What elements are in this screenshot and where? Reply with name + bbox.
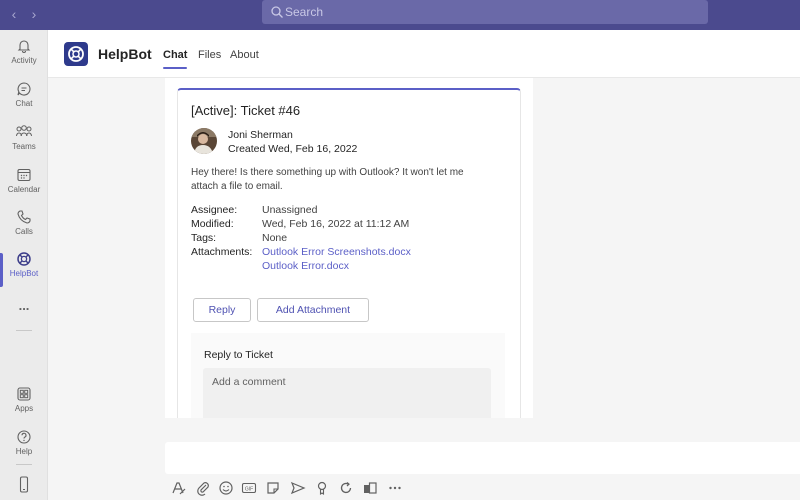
reply-to-ticket-section: Reply to Ticket Add a comment	[191, 333, 505, 418]
tags-label: Tags:	[191, 232, 217, 244]
rail-label: Apps	[14, 404, 34, 413]
reply-section-title: Reply to Ticket	[204, 349, 273, 361]
title-bar: ‹ › Search	[0, 0, 800, 30]
rail-label: Calls	[15, 227, 33, 236]
more-icon: ...	[18, 298, 30, 313]
phone-icon	[17, 210, 31, 224]
attach-icon[interactable]	[195, 480, 211, 496]
lifebuoy-icon	[68, 46, 84, 62]
modified-label: Modified:	[191, 218, 234, 230]
search-placeholder: Search	[285, 5, 324, 19]
assignee-label: Assignee:	[191, 204, 238, 216]
app-title: HelpBot	[98, 46, 152, 62]
user-photo	[191, 128, 217, 154]
rail-divider	[16, 464, 32, 465]
ticket-title: [Active]: Ticket #46	[191, 103, 301, 118]
svg-text:GIF: GIF	[245, 486, 253, 492]
rail-item-apps[interactable]: Apps	[0, 386, 48, 426]
modified-value: Wed, Feb 16, 2022 at 11:12 AM	[262, 218, 410, 230]
emoji-icon[interactable]	[218, 480, 234, 496]
help-icon	[17, 430, 31, 444]
rail-label: Calendar	[7, 185, 41, 194]
tab-about[interactable]: About	[230, 49, 259, 61]
format-icon[interactable]	[170, 480, 186, 496]
forward-arrow-icon[interactable]: ›	[26, 6, 42, 22]
rail-divider	[16, 330, 32, 331]
ticket-user-name: Joni Sherman	[228, 129, 293, 141]
loop-icon[interactable]	[338, 480, 354, 496]
compose-message-input[interactable]	[165, 442, 800, 474]
chat-icon	[17, 82, 31, 96]
apps-icon	[17, 387, 31, 401]
back-arrow-icon[interactable]: ‹	[6, 6, 22, 22]
attachment-link[interactable]: Outlook Error Screenshots.docx	[262, 246, 411, 258]
rail-label: Teams	[12, 142, 36, 151]
praise-icon[interactable]	[314, 480, 330, 496]
add-attachment-button[interactable]: Add Attachment	[257, 298, 369, 322]
rail-label: Activity	[11, 56, 37, 65]
mobile-phone-icon	[19, 476, 29, 493]
schedule-meeting-icon[interactable]	[290, 480, 306, 496]
comment-input[interactable]: Add a comment	[203, 368, 491, 418]
ticket-message: Hey there! Is there something up with Ou…	[191, 167, 464, 192]
more-apps-button[interactable]: ...	[0, 298, 48, 318]
comment-placeholder: Add a comment	[212, 376, 286, 388]
more-icon[interactable]	[387, 480, 403, 496]
ticket-created-date: Created Wed, Feb 16, 2022	[228, 143, 358, 155]
attachments-label: Attachments:	[191, 246, 253, 258]
rail-label: HelpBot	[9, 269, 39, 278]
app-header: HelpBot Chat Files About	[48, 30, 800, 78]
rail-item-calendar[interactable]: Calendar	[0, 167, 48, 207]
chat-area: [Active]: Ticket #46 Joni Sherman Create…	[48, 78, 800, 418]
mobile-device-button[interactable]	[0, 476, 48, 496]
tab-files[interactable]: Files	[198, 49, 221, 61]
rail-label: Help	[15, 447, 33, 456]
attachment-link[interactable]: Outlook Error.docx	[262, 260, 349, 272]
bell-icon	[17, 40, 31, 53]
sticker-icon[interactable]	[265, 480, 281, 496]
stream-icon[interactable]	[362, 480, 378, 496]
tab-chat[interactable]: Chat	[163, 49, 188, 69]
rail-item-help[interactable]: Help	[0, 429, 48, 469]
assignee-value: Unassigned	[262, 204, 318, 216]
rail-item-teams[interactable]: Teams	[0, 124, 48, 164]
avatar	[191, 128, 217, 154]
rail-item-helpbot[interactable]: HelpBot	[0, 251, 48, 291]
helpbot-logo	[64, 42, 88, 66]
search-icon	[271, 6, 283, 18]
gif-icon[interactable]: GIF	[241, 480, 257, 496]
rail-label: Chat	[15, 99, 33, 108]
lifebuoy-icon	[17, 252, 31, 266]
rail-item-chat[interactable]: Chat	[0, 81, 48, 121]
message-bubble: [Active]: Ticket #46 Joni Sherman Create…	[165, 78, 533, 418]
compose-area: GIF	[48, 418, 800, 500]
rail-item-activity[interactable]: Activity	[0, 38, 48, 78]
calendar-icon	[17, 168, 31, 182]
tags-value: None	[262, 232, 288, 244]
search-input[interactable]: Search	[262, 0, 708, 24]
teams-icon	[16, 125, 32, 137]
ticket-card: [Active]: Ticket #46 Joni Sherman Create…	[177, 88, 521, 418]
rail-item-calls[interactable]: Calls	[0, 209, 48, 249]
app-rail: Activity Chat Teams Calendar Calls HelpB…	[0, 30, 48, 500]
reply-button[interactable]: Reply	[193, 298, 251, 322]
